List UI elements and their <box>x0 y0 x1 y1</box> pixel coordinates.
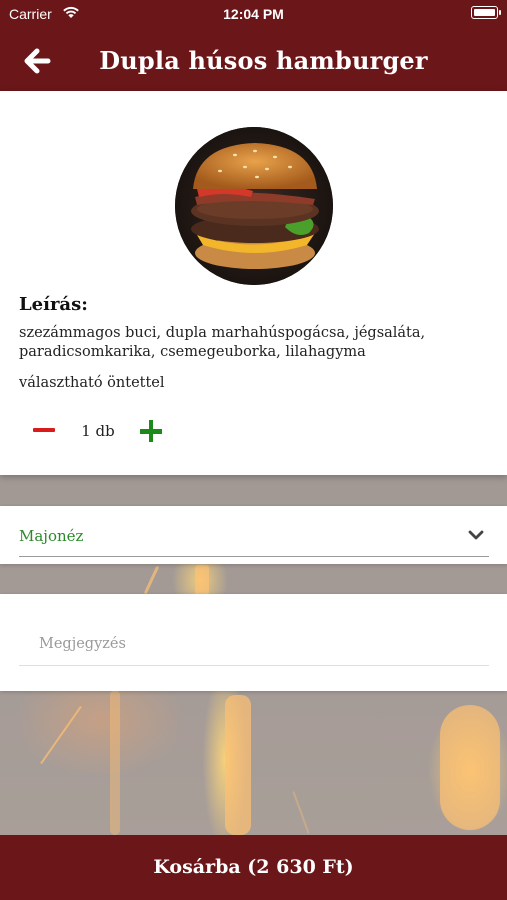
arrow-left-icon <box>24 48 51 74</box>
note-field[interactable] <box>19 622 489 666</box>
quantity-increase-button[interactable] <box>132 412 172 452</box>
option-note: választható öntettel <box>19 375 165 391</box>
burger-photo <box>175 127 333 285</box>
quantity-value: 1 db <box>81 422 115 440</box>
burger-image <box>175 127 333 285</box>
battery-icon <box>471 6 501 19</box>
product-detail-card: Leírás: szezámmagos buci, dupla marhahús… <box>0 91 507 475</box>
minus-icon <box>33 428 55 432</box>
sauce-panel: Majonéz <box>0 506 507 564</box>
back-button[interactable] <box>14 38 60 84</box>
status-time: 12:04 PM <box>223 6 284 22</box>
status-bar: Carrier 12:04 PM <box>0 0 507 28</box>
nav-bar: Dupla húsos hamburger <box>0 28 507 91</box>
note-panel <box>0 594 507 691</box>
description-heading: Leírás: <box>19 294 88 315</box>
sauce-selected-value: Majonéz <box>19 527 84 545</box>
chevron-down-icon <box>468 530 484 540</box>
quantity-decrease-button[interactable] <box>24 416 64 444</box>
description-text: szezámmagos buci, dupla marhahúspogácsa,… <box>19 325 426 360</box>
sauce-select[interactable]: Majonéz <box>19 516 489 557</box>
add-to-cart-button[interactable]: Kosárba (2 630 Ft) <box>0 835 507 900</box>
page-title: Dupla húsos hamburger <box>99 46 428 75</box>
